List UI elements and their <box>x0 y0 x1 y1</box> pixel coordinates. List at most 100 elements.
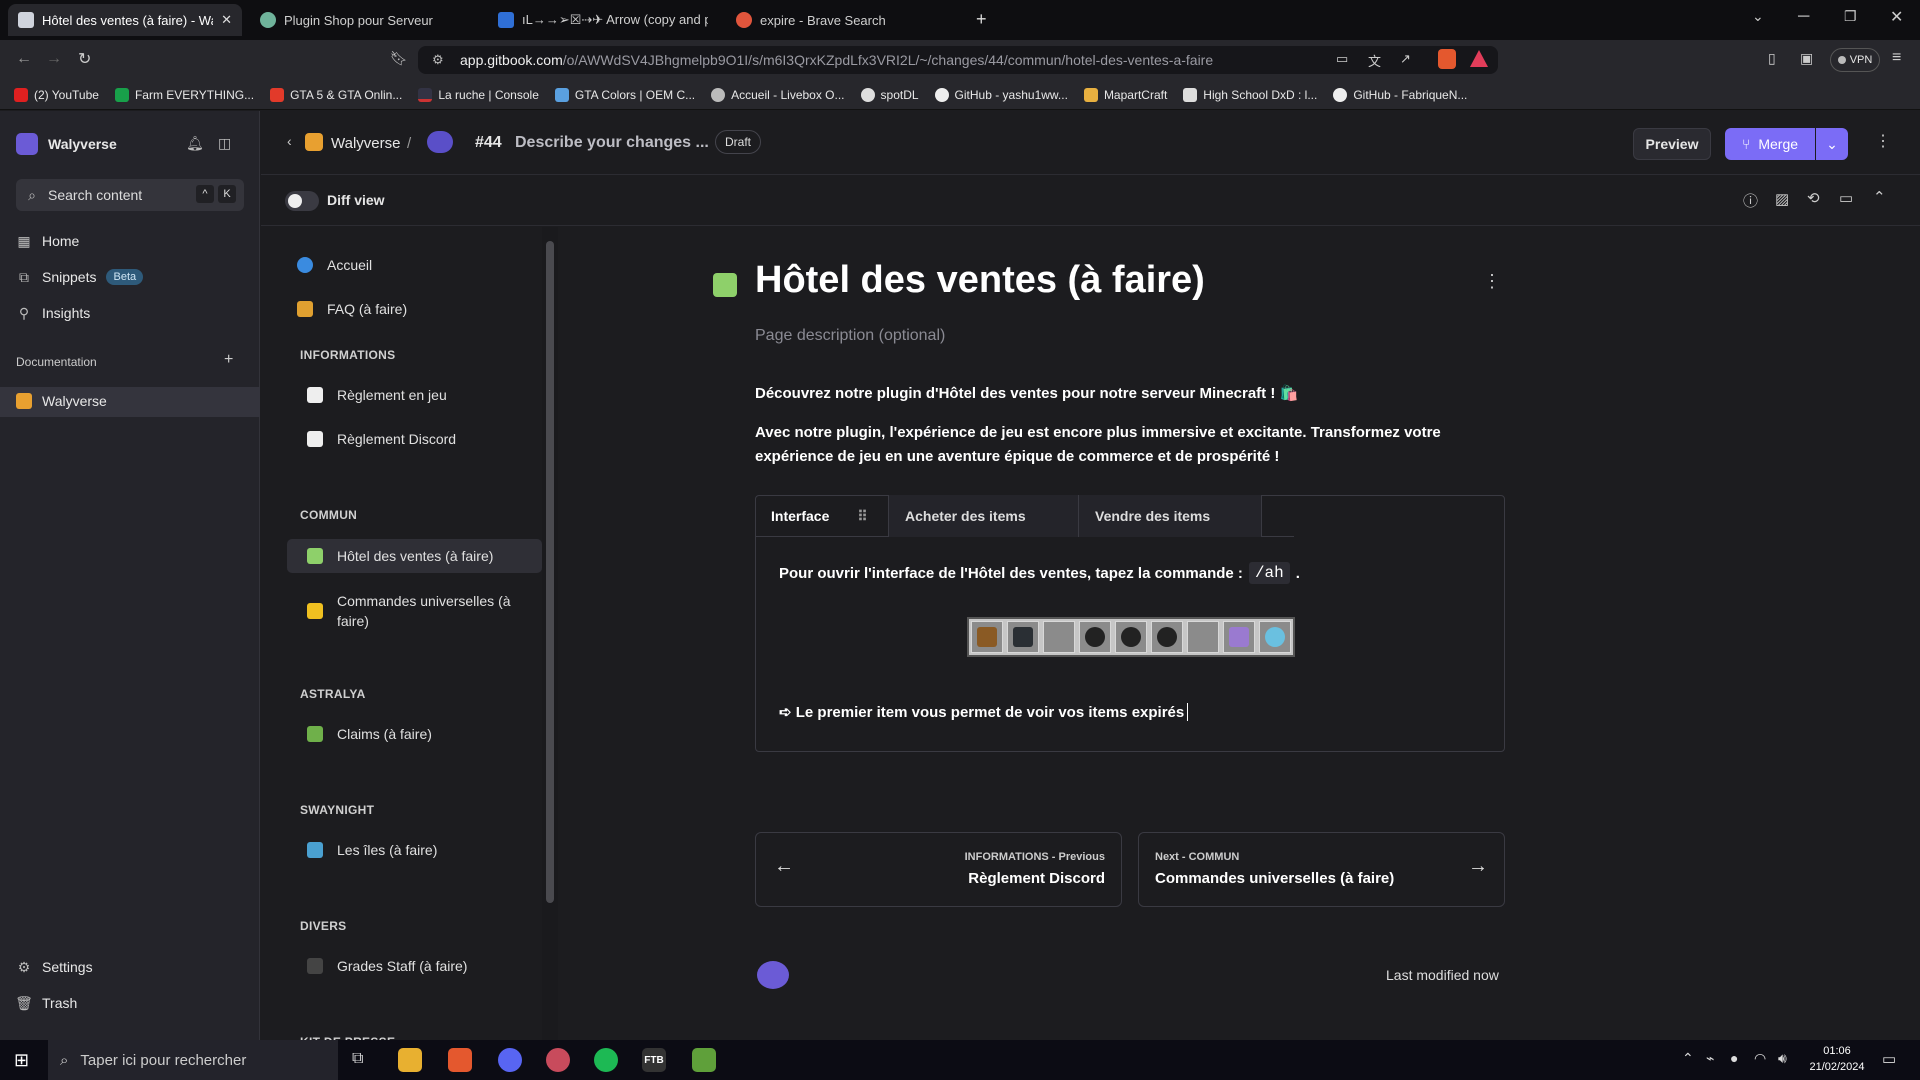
sidebar-item-insights[interactable]: ⚲ Insights <box>16 305 90 322</box>
new-tab-icon[interactable]: + <box>976 9 987 30</box>
wifi-icon[interactable]: ◠ <box>1754 1050 1766 1067</box>
browser-tab[interactable]: ıL→→➢☒⇢✈ Arrow (copy and pa <box>488 4 718 36</box>
page-title[interactable]: Hôtel des ventes (à faire) <box>755 259 1205 302</box>
history-icon[interactable]: ⟲ <box>1807 189 1820 207</box>
wallet-icon[interactable]: ▣ <box>1800 50 1813 67</box>
site-settings-icon[interactable]: ⚙ <box>432 52 444 68</box>
merge-button[interactable]: ⑂ Merge <box>1725 128 1815 160</box>
discord-icon[interactable] <box>498 1048 522 1072</box>
browser-tab[interactable]: expire - Brave Search <box>726 4 956 36</box>
intro-paragraph[interactable]: Découvrez notre plugin d'Hôtel des vente… <box>755 384 1298 402</box>
task-view-icon[interactable]: ⧉ <box>352 1050 363 1068</box>
sidebar-item-snippets[interactable]: ⧉ Snippets Beta <box>16 269 144 285</box>
previous-page-card[interactable]: ← INFORMATIONS - Previous Règlement Disc… <box>755 832 1122 907</box>
tab-vendre[interactable]: Vendre des items <box>1079 495 1262 537</box>
comments-icon[interactable]: ▭ <box>1839 189 1853 207</box>
image-icon[interactable]: ▨ <box>1775 190 1789 208</box>
translate-icon[interactable]: 文 <box>1368 51 1381 70</box>
volume-icon[interactable]: 🔊︎ <box>1778 1050 1787 1067</box>
merge-options-chevron-icon[interactable]: ⌄ <box>1816 128 1848 160</box>
reload-icon[interactable]: ↻ <box>78 49 91 69</box>
search-input[interactable]: ⌕ Search content ^ K <box>16 179 244 211</box>
page-item-iles[interactable]: Les îles (à faire) <box>297 842 552 858</box>
page-item-grades-staff[interactable]: Grades Staff (à faire) <box>297 958 552 974</box>
tray-chevron-icon[interactable]: ⌃ <box>1682 1050 1694 1067</box>
browser-tab[interactable]: Plugin Shop pour Serveur <box>250 4 480 36</box>
collapse-chevron-icon[interactable]: ⌃ <box>1873 188 1886 206</box>
tab-instruction[interactable]: Pour ouvrir l'interface de l'Hôtel des v… <box>779 562 1300 584</box>
bookmark-item[interactable]: MapartCraft <box>1083 87 1167 102</box>
next-page-card[interactable]: Next - COMMUN Commandes universelles (à … <box>1138 832 1505 907</box>
sidebar-item-trash[interactable]: 🗑︎ Trash <box>15 995 77 1012</box>
close-tab-icon[interactable]: ✕ <box>221 12 232 28</box>
page-item-commandes[interactable]: Commandes universelles (à faire) <box>297 591 552 631</box>
org-switcher[interactable]: Walyverse <box>16 133 117 155</box>
page-item-faq[interactable]: FAQ (à faire) <box>287 301 542 317</box>
bookmark-item[interactable]: GitHub - yashu1ww... <box>934 87 1068 102</box>
network-icon[interactable]: ⌁ <box>1706 1050 1714 1067</box>
minimize-icon[interactable]: ─ <box>1798 8 1809 26</box>
windows-start-icon[interactable]: ⊞ <box>14 1050 29 1071</box>
bookmark-item[interactable]: GTA 5 & GTA Onlin... <box>270 87 402 102</box>
bookmark-item[interactable]: spotDL <box>860 87 919 102</box>
vpn-button[interactable]: VPN <box>1830 48 1880 72</box>
browser-tab[interactable]: Hôtel des ventes (à faire) - Waly ✕ <box>8 4 242 36</box>
minecraft-icon[interactable] <box>692 1048 716 1072</box>
page-item-reglement-discord[interactable]: Règlement Discord <box>297 431 552 447</box>
bookmark-item[interactable]: Farm EVERYTHING... <box>114 87 254 102</box>
bookmark-icon[interactable]: 🔖︎ <box>390 50 408 67</box>
space-item-walyverse[interactable]: Walyverse <box>0 387 260 417</box>
restore-icon[interactable]: ❐ <box>1844 8 1857 25</box>
bookmark-item[interactable]: (2) YouTube <box>14 87 99 102</box>
address-bar[interactable]: ⚙ app.gitbook.com/o/AWWdSV4JBhgmelpb9O1I… <box>418 46 1498 74</box>
brave-rewards-icon[interactable] <box>1470 50 1488 67</box>
back-icon[interactable]: ← <box>16 50 32 68</box>
diff-view-toggle[interactable] <box>285 191 319 211</box>
page-tree-scrollbar[interactable] <box>542 227 558 1040</box>
ftb-icon[interactable]: FTB <box>642 1048 666 1072</box>
bookmark-item[interactable]: GTA Colors | OEM C... <box>554 87 695 102</box>
description-paragraph[interactable]: Avec notre plugin, l'expérience de jeu e… <box>755 421 1475 469</box>
tab-interface[interactable]: Interface ⠿ <box>755 495 889 537</box>
back-chevron-icon[interactable]: ‹ <box>287 133 292 149</box>
brave-shields-icon[interactable] <box>1438 49 1456 69</box>
page-options-icon[interactable]: ⋮ <box>1483 271 1501 292</box>
bookmark-item[interactable]: High School DxD : l... <box>1183 87 1317 102</box>
breadcrumb-space[interactable]: Walyverse <box>331 135 400 152</box>
page-item-reglement-jeu[interactable]: Règlement en jeu <box>297 387 552 403</box>
inventory-image[interactable] <box>967 617 1295 657</box>
add-space-icon[interactable]: + <box>224 351 233 369</box>
tab-acheter[interactable]: Acheter des items <box>889 495 1079 537</box>
cast-icon[interactable]: ▭ <box>1336 51 1348 67</box>
page-item-accueil[interactable]: Accueil <box>287 257 542 273</box>
tab-search-chevron-icon[interactable]: ⌄ <box>1752 8 1764 25</box>
taskbar-search-input[interactable]: ⌕ Taper ici pour rechercher <box>48 1040 338 1080</box>
info-icon[interactable]: ⓘ <box>1743 190 1758 211</box>
file-explorer-icon[interactable] <box>398 1048 422 1072</box>
bookmark-item[interactable]: Accueil - Livebox O... <box>711 87 845 102</box>
clock-time[interactable]: 01:06 <box>1812 1045 1862 1057</box>
sidebar-item-home[interactable]: ▦ Home <box>16 233 79 250</box>
page-item-hotel-des-ventes[interactable]: Hôtel des ventes (à faire) <box>297 548 552 564</box>
close-window-icon[interactable]: ✕ <box>1890 7 1903 27</box>
collapse-sidebar-icon[interactable]: ◫ <box>218 135 231 152</box>
notifications-icon[interactable]: ▭ <box>1882 1050 1896 1068</box>
share-icon[interactable]: ↗ <box>1400 51 1411 67</box>
more-options-icon[interactable]: ⋮ <box>1875 131 1891 151</box>
drag-handle-icon[interactable]: ⠿ <box>857 508 867 525</box>
preview-button[interactable]: Preview <box>1633 128 1711 160</box>
sidebar-item-settings[interactable]: ⚙ Settings <box>16 959 93 976</box>
browser-menu-icon[interactable]: ≡ <box>1892 49 1901 67</box>
clock-date[interactable]: 21/02/2024 <box>1806 1061 1868 1073</box>
brave-browser-icon[interactable] <box>448 1048 472 1072</box>
page-emoji-icon[interactable] <box>713 273 737 297</box>
spotify-icon[interactable] <box>594 1048 618 1072</box>
page-description-input[interactable]: Page description (optional) <box>755 327 945 345</box>
sidebar-toggle-icon[interactable]: ▯ <box>1768 50 1776 67</box>
page-item-claims[interactable]: Claims (à faire) <box>297 726 552 742</box>
bell-icon[interactable]: 🔔︎ <box>186 135 204 152</box>
bookmark-item[interactable]: La ruche | Console <box>418 87 539 102</box>
tab-bullet-text[interactable]: ➪ Le premier item vous permet de voir vo… <box>779 703 1184 721</box>
forward-icon[interactable]: → <box>46 50 62 68</box>
app-icon[interactable] <box>546 1048 570 1072</box>
